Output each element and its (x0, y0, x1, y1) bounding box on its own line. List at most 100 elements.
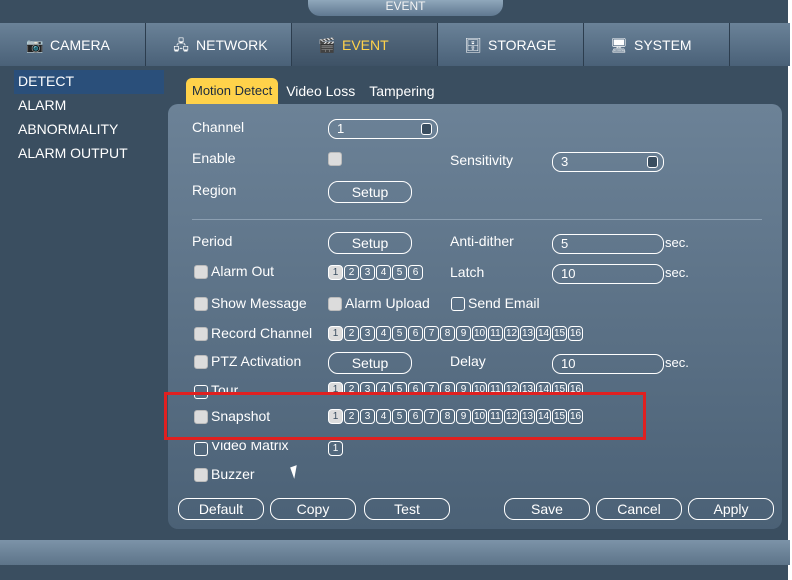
channel-6[interactable]: 6 (408, 326, 423, 341)
period-setup-button[interactable]: Setup (328, 232, 412, 254)
channel-13[interactable]: 13 (520, 326, 535, 341)
channel-2[interactable]: 2 (344, 382, 359, 392)
apply-button[interactable]: Apply (688, 498, 774, 520)
tab-motion-detect[interactable]: Motion Detect (186, 78, 279, 104)
enable-label: Enable (192, 150, 236, 166)
channel-11[interactable]: 11 (488, 326, 503, 341)
channel-12[interactable]: 12 (504, 326, 519, 341)
divider (192, 219, 762, 220)
tab-video-loss[interactable]: Video Loss (280, 78, 361, 104)
ptz-setup-button[interactable]: Setup (328, 352, 412, 374)
alarm-upload-checkbox[interactable] (328, 297, 342, 311)
sensitivity-label: Sensitivity (450, 152, 514, 168)
output-5[interactable]: 5 (392, 265, 407, 280)
bottom-bar (0, 540, 790, 565)
video-matrix-checkbox[interactable] (194, 442, 208, 456)
channel-6[interactable]: 6 (408, 382, 423, 392)
channel-4[interactable]: 4 (376, 326, 391, 341)
channel-4[interactable]: 4 (376, 382, 391, 392)
buzzer-checkbox[interactable] (194, 468, 208, 482)
channel-10[interactable]: 10 (472, 326, 487, 341)
channel-13[interactable]: 13 (520, 382, 535, 392)
channel-5[interactable]: 5 (392, 326, 407, 341)
output-2[interactable]: 2 (344, 265, 359, 280)
channel-8[interactable]: 8 (440, 326, 455, 341)
channel-11[interactable]: 11 (488, 382, 503, 392)
channel-15[interactable]: 15 (552, 326, 567, 341)
tab-system[interactable]: 🖥 SYSTEM (584, 23, 730, 66)
ptz-activation-label: PTZ Activation (211, 353, 302, 369)
system-icon: 🖥 (610, 36, 628, 53)
channel-select[interactable]: 1 (328, 119, 438, 139)
storage-icon: 🗄 (464, 36, 482, 53)
main-content: Motion Detect Video Loss Tampering Chann… (168, 70, 786, 532)
output-6[interactable]: 6 (408, 265, 423, 280)
channel-16[interactable]: 16 (568, 326, 583, 341)
channel-1[interactable]: 1 (328, 382, 343, 392)
channel-2[interactable]: 2 (344, 326, 359, 341)
subtabs: Motion Detect Video Loss Tampering (186, 78, 441, 104)
alarm-out-checkbox[interactable] (194, 265, 208, 279)
channel-9[interactable]: 9 (456, 326, 471, 341)
tab-tampering[interactable]: Tampering (363, 78, 440, 104)
delay-unit: sec. (665, 355, 689, 370)
channel-8[interactable]: 8 (440, 382, 455, 392)
default-button[interactable]: Default (178, 498, 264, 520)
delay-label: Delay (450, 353, 486, 369)
test-button[interactable]: Test (364, 498, 450, 520)
channel-3[interactable]: 3 (360, 382, 375, 392)
tour-channels: 1 2 3 4 5 6 7 8 9 10 11 12 13 14 15 16 (328, 382, 583, 392)
sidebar-item-detect[interactable]: DETECT (14, 70, 164, 94)
tab-storage[interactable]: 🗄 STORAGE (438, 23, 584, 66)
copy-button[interactable]: Copy (270, 498, 356, 520)
tour-label: Tour (211, 382, 239, 392)
window-title: EVENT (308, 0, 503, 16)
send-email-checkbox[interactable] (451, 297, 465, 311)
save-button[interactable]: Save (504, 498, 590, 520)
region-setup-button[interactable]: Setup (328, 181, 412, 203)
channel-12[interactable]: 12 (504, 382, 519, 392)
cancel-button[interactable]: Cancel (596, 498, 682, 520)
tab-network[interactable]: 🖧 NETWORK (146, 23, 292, 66)
delay-input[interactable]: 10 (552, 354, 664, 374)
video-matrix-channels: 1 (328, 441, 343, 456)
output-4[interactable]: 4 (376, 265, 391, 280)
snapshot-highlight-box (164, 392, 646, 440)
period-label: Period (192, 233, 233, 249)
tab-event[interactable]: 🎬 EVENT (292, 23, 438, 66)
matrix-channel-1[interactable]: 1 (328, 441, 343, 456)
channel-10[interactable]: 10 (472, 382, 487, 392)
enable-checkbox[interactable] (328, 152, 342, 166)
alarm-out-outputs: 1 2 3 4 5 6 (328, 265, 423, 280)
camera-icon: 📷 (26, 36, 44, 53)
tab-label: CAMERA (50, 36, 110, 53)
region-label: Region (192, 182, 237, 198)
channel-16[interactable]: 16 (568, 382, 583, 392)
channel-15[interactable]: 15 (552, 382, 567, 392)
channel-14[interactable]: 14 (536, 326, 551, 341)
show-message-checkbox[interactable] (194, 297, 208, 311)
channel-5[interactable]: 5 (392, 382, 407, 392)
channel-9[interactable]: 9 (456, 382, 471, 392)
tab-label: STORAGE (488, 36, 557, 53)
output-1[interactable]: 1 (328, 265, 343, 280)
latch-label: Latch (450, 264, 485, 280)
latch-input[interactable]: 10 (552, 264, 664, 284)
sidebar-item-alarm[interactable]: ALARM (14, 94, 164, 118)
channel-3[interactable]: 3 (360, 326, 375, 341)
ptz-activation-checkbox[interactable] (194, 355, 208, 369)
output-3[interactable]: 3 (360, 265, 375, 280)
sensitivity-select[interactable]: 3 (552, 152, 664, 172)
tab-camera[interactable]: 📷 CAMERA (0, 23, 146, 66)
anti-dither-input[interactable]: 5 (552, 234, 664, 254)
channel-14[interactable]: 14 (536, 382, 551, 392)
sidebar-item-alarm-output[interactable]: ALARM OUTPUT (14, 142, 164, 166)
channel-1[interactable]: 1 (328, 326, 343, 341)
channel-7[interactable]: 7 (424, 382, 439, 392)
record-channel-checkbox[interactable] (194, 327, 208, 341)
sidebar-item-abnormality[interactable]: ABNORMALITY (14, 118, 164, 142)
anti-dither-unit: sec. (665, 235, 689, 250)
tab-label: EVENT (342, 36, 389, 53)
channel-7[interactable]: 7 (424, 326, 439, 341)
record-channel-label: Record Channel (211, 325, 313, 341)
